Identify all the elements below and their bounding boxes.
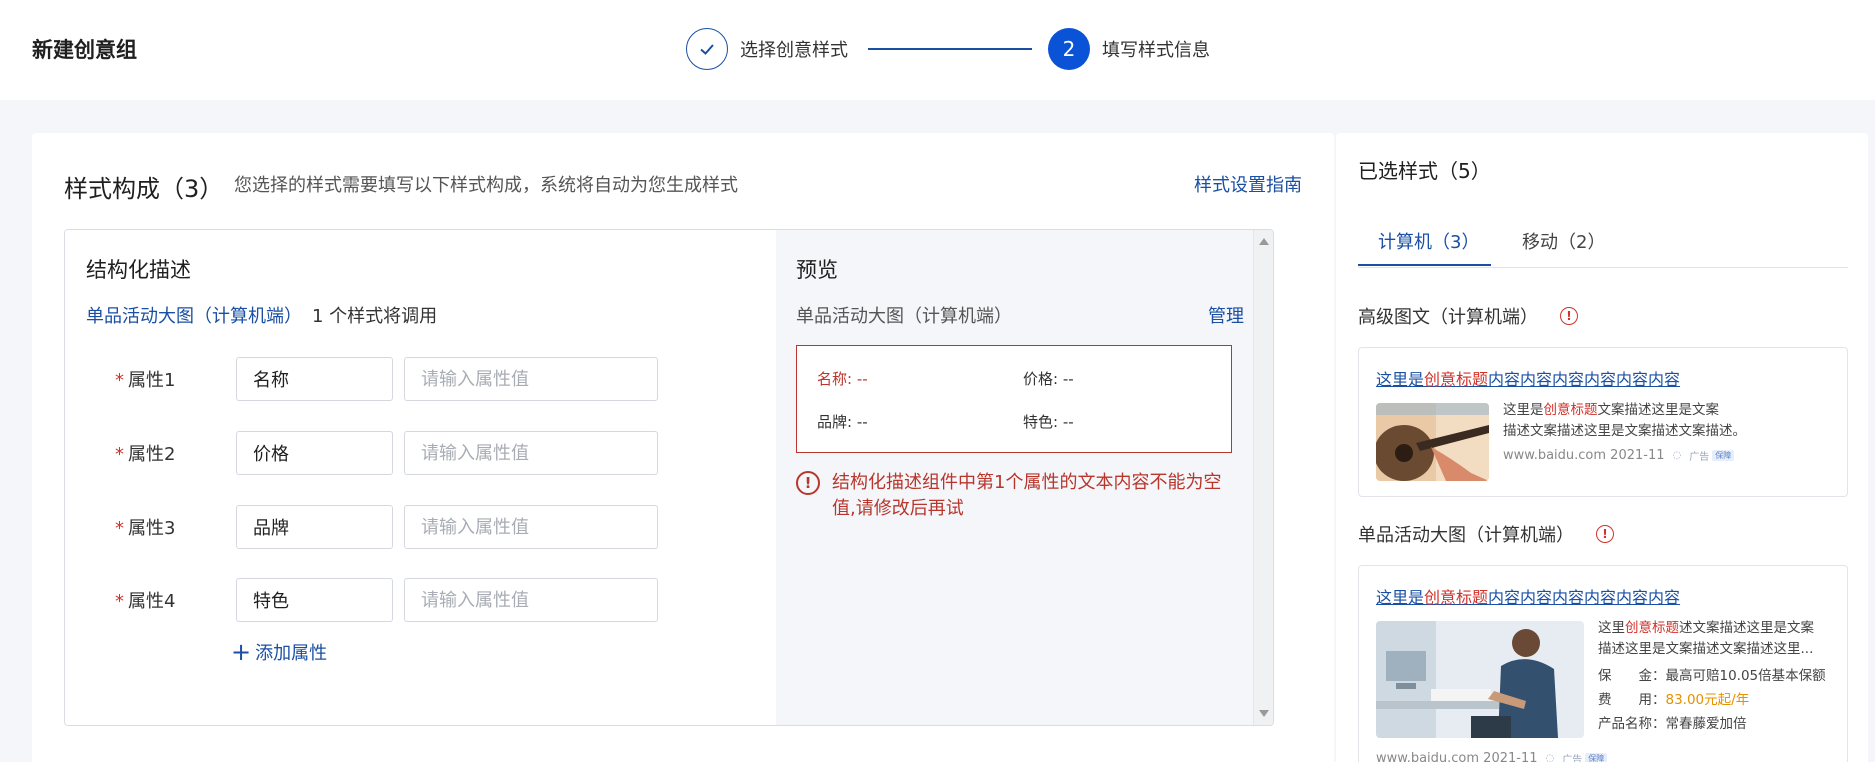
step-connector <box>868 48 1032 50</box>
warning-icon[interactable]: ! <box>1560 307 1578 325</box>
ad-kv-row: 保 金：最高可赔10.05倍基本保额 <box>1598 668 1826 684</box>
attribute-value-input[interactable] <box>404 431 658 475</box>
required-mark: * <box>115 370 124 391</box>
ad-description: 这里是创意标题文案描述这里是文案 描述文案描述这里是文案描述文案描述。 <box>1503 402 1746 439</box>
preview-box: 名称: -- 价格: -- 品牌: -- 特色: -- <box>796 345 1232 453</box>
preview-item-price: 价格: -- <box>1023 370 1074 388</box>
required-mark: * <box>115 518 124 539</box>
page-title: 新建创意组 <box>32 38 137 62</box>
ad-preview-card: 这里是创意标题内容内容内容内容内容内容 这里是创意标题文案描述这里是文案 描述文… <box>1358 347 1848 497</box>
selected-styles-title: 已选样式（5） <box>1358 159 1491 183</box>
attribute-value-input[interactable] <box>404 357 658 401</box>
section-title: 样式构成（3） <box>64 175 224 203</box>
attribute-row: * 属性2 价格 <box>115 431 658 475</box>
shield-icon: ◌ <box>1672 450 1682 461</box>
verified-badge: 保障 <box>1585 753 1608 762</box>
ad-preview-card: 这里是创意标题内容内容内容内容内容内容 这里创意标题述文案描述这里是文案 描述这… <box>1358 565 1848 762</box>
attribute-name-field[interactable]: 名称 <box>236 357 393 401</box>
style-group-title: 高级图文（计算机端） ! <box>1358 303 1578 329</box>
preview-title: 预览 <box>796 258 838 282</box>
attribute-label: * 属性4 <box>115 591 176 612</box>
required-mark: * <box>115 591 124 612</box>
error-icon: ! <box>796 471 820 495</box>
attribute-name-field[interactable]: 品牌 <box>236 505 393 549</box>
scroll-up-arrow-icon[interactable] <box>1259 238 1269 245</box>
step-1-label: 选择创意样式 <box>740 40 848 61</box>
plus-icon: + <box>231 638 252 666</box>
verified-badge: 保障 <box>1712 450 1735 461</box>
required-mark: * <box>115 444 124 465</box>
composition-panel: 结构化描述 单品活动大图（计算机端） 1 个样式将调用 *属性1 名称 *属性2 … <box>64 229 1274 726</box>
top-header: 新建创意组 选择创意样式 2 填写样式信息 <box>0 0 1875 100</box>
step-2: 2 填写样式信息 <box>1048 28 1210 70</box>
attribute-label: * 属性2 <box>115 444 176 465</box>
attribute-label: * 属性3 <box>115 518 176 539</box>
step-2-number: 2 <box>1048 28 1090 70</box>
device-tabs: 计算机（3） 移动（2） <box>1358 228 1848 268</box>
attribute-value-input[interactable] <box>404 578 658 622</box>
ad-thumbnail-office <box>1376 621 1584 738</box>
check-icon <box>686 28 728 70</box>
style-usage-row: 单品活动大图（计算机端） 1 个样式将调用 <box>86 302 437 328</box>
preview-scrollbar[interactable] <box>1253 230 1273 725</box>
ad-badge: 广告 <box>1562 755 1583 762</box>
warning-icon[interactable]: ! <box>1596 525 1614 543</box>
ad-headline: 这里是创意标题内容内容内容内容内容内容 <box>1376 588 1681 607</box>
attribute-row: * 属性3 品牌 <box>115 505 658 549</box>
error-message: ! 结构化描述组件中第1个属性的文本内容不能为空值,请修改后再试 <box>796 470 1236 522</box>
style-count: 1 个样式将调用 <box>312 306 438 327</box>
shield-icon: ◌ <box>1545 753 1555 762</box>
tab-computer[interactable]: 计算机（3） <box>1358 228 1492 266</box>
style-composition-card: 样式构成（3） 您选择的样式需要填写以下样式构成，系统将自动为您生成样式 样式设… <box>32 133 1334 762</box>
preview-style-name: 单品活动大图（计算机端） <box>796 306 1012 327</box>
preview-item-name: 名称: -- <box>817 370 868 388</box>
selected-styles-panel: 已选样式（5） 计算机（3） 移动（2） 高级图文（计算机端） ! 这里是创意标… <box>1336 133 1868 762</box>
ad-badge: 广告 <box>1689 452 1710 463</box>
step-1: 选择创意样式 <box>686 28 848 70</box>
ad-url: www.baidu.com 2021-11 ◌ 广告 保障 <box>1376 751 1608 762</box>
attribute-name-field[interactable]: 价格 <box>236 431 393 475</box>
preview-item-feature: 特色: -- <box>1023 413 1074 431</box>
scroll-down-arrow-icon[interactable] <box>1259 710 1269 717</box>
structured-description-pane: 结构化描述 单品活动大图（计算机端） 1 个样式将调用 *属性1 名称 *属性2 … <box>65 230 776 725</box>
style-name-link[interactable]: 单品活动大图（计算机端） <box>86 306 302 327</box>
ad-url: www.baidu.com 2021-11 ◌ 广告 保障 <box>1503 448 1735 463</box>
attribute-label: * 属性1 <box>115 370 176 391</box>
preview-item-brand: 品牌: -- <box>817 413 868 431</box>
add-attribute-label: 添加属性 <box>255 643 328 664</box>
style-group-title: 单品活动大图（计算机端） ! <box>1358 521 1614 547</box>
add-attribute-button[interactable]: + 添加属性 <box>231 639 327 665</box>
ad-kv-row: 产品名称：常春藤爱加倍 <box>1598 716 1747 732</box>
style-guide-link[interactable]: 样式设置指南 <box>1194 171 1302 197</box>
preview-pane: 预览 单品活动大图（计算机端） 管理 名称: -- 价格: -- 品牌: -- … <box>776 230 1254 725</box>
section-description: 您选择的样式需要填写以下样式构成，系统将自动为您生成样式 <box>234 175 738 196</box>
ad-thumbnail-guitar <box>1376 403 1489 481</box>
attribute-name-field[interactable]: 特色 <box>236 578 393 622</box>
ad-headline: 这里是创意标题内容内容内容内容内容内容 <box>1376 370 1681 389</box>
ad-kv-row: 费 用：83.00元起/年 <box>1598 692 1750 708</box>
error-text: 结构化描述组件中第1个属性的文本内容不能为空值,请修改后再试 <box>832 472 1222 519</box>
structured-title: 结构化描述 <box>86 258 191 282</box>
tab-mobile[interactable]: 移动（2） <box>1522 228 1605 264</box>
step-2-label: 填写样式信息 <box>1102 40 1210 61</box>
attribute-value-input[interactable] <box>404 505 658 549</box>
attribute-row: * 属性4 特色 <box>115 578 658 622</box>
ad-description: 这里创意标题述文案描述这里是文案 描述这里是文案描述文案描述这里... <box>1598 620 1814 657</box>
attribute-row: * 属性1 名称 <box>115 357 658 401</box>
manage-link[interactable]: 管理 <box>1208 302 1244 328</box>
